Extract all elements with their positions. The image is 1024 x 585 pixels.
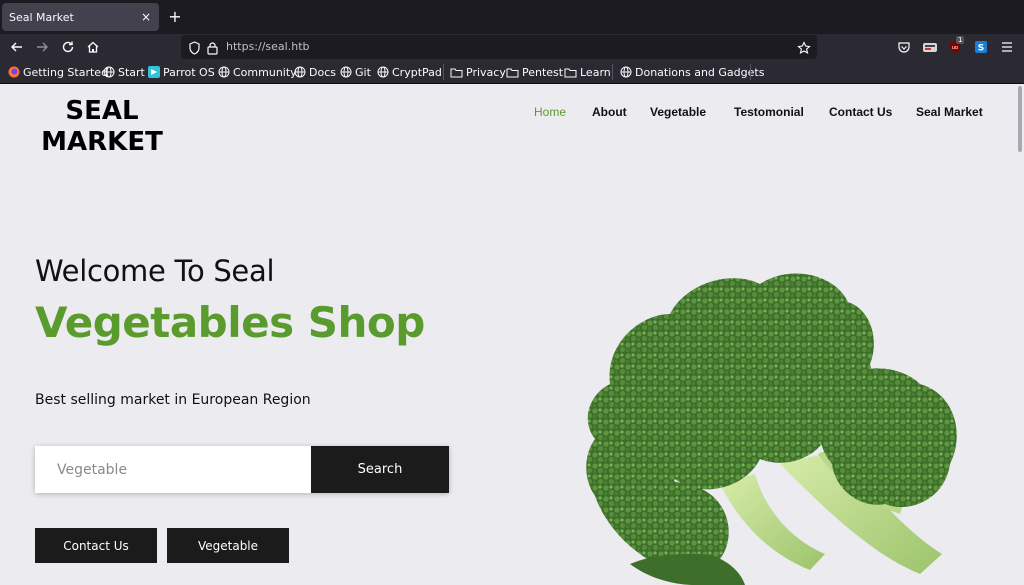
bookmark-getting-started[interactable]: Getting Started [8, 65, 108, 79]
url-bar[interactable]: https://seal.htb [181, 35, 817, 59]
bookmark-label: Parrot OS [163, 65, 215, 79]
bookmark-folder-privacy[interactable]: Privacy [450, 65, 506, 79]
bookmark-label: Getting Started [23, 65, 109, 79]
nav-about[interactable]: About [592, 105, 627, 119]
web-page: SEAL MARKET Home About Vegetable Testomo… [0, 84, 1024, 585]
bookmark-donations[interactable]: Donations and Gadgets [620, 65, 764, 79]
nav-contact-us[interactable]: Contact Us [829, 105, 892, 119]
globe-icon [620, 66, 632, 78]
bookmark-label: Privacy [466, 65, 506, 79]
navigation-toolbar: https://seal.htb uo 1 S [0, 34, 1024, 60]
globe-icon [218, 66, 230, 78]
bookmark-label: Git [355, 65, 371, 79]
folder-icon [564, 68, 577, 77]
new-tab-button[interactable]: + [166, 7, 184, 27]
bookmark-folder-pentest[interactable]: Pentest [506, 65, 563, 79]
bookmark-community[interactable]: Community [218, 65, 297, 79]
parrot-icon [148, 66, 160, 78]
bookmark-label: CryptPad [392, 65, 442, 79]
bookmark-separator [612, 64, 613, 80]
firefox-icon [8, 66, 20, 78]
reload-icon[interactable] [59, 38, 77, 56]
bookmark-star-icon[interactable] [797, 40, 811, 59]
ublock-icon[interactable]: uo 1 [946, 36, 965, 56]
logo-line-1: SEAL [65, 96, 139, 126]
browser-tab[interactable]: Seal Market × [2, 3, 159, 31]
shield-icon[interactable] [188, 40, 201, 59]
bookmark-git[interactable]: Git [340, 65, 371, 79]
extension-s-icon[interactable]: S [972, 38, 990, 56]
folder-icon [506, 68, 519, 77]
broccoli-image [586, 273, 957, 585]
bookmark-label: Donations and Gadgets [635, 65, 765, 79]
globe-icon [294, 66, 306, 78]
bookmark-separator [750, 64, 751, 80]
hamburger-menu-icon[interactable] [998, 38, 1016, 56]
foxyproxy-icon[interactable] [921, 38, 939, 56]
globe-icon [377, 66, 389, 78]
nav-home[interactable]: Home [534, 105, 566, 119]
svg-text:uo: uo [952, 45, 958, 51]
globe-icon [340, 66, 352, 78]
search-button[interactable]: Search [311, 446, 449, 493]
svg-text:S: S [978, 44, 984, 54]
tab-close-icon[interactable]: × [137, 10, 155, 24]
forward-icon[interactable] [33, 38, 51, 56]
bookmark-label: Learn [580, 65, 611, 79]
bookmark-cryptpad[interactable]: CryptPad [377, 65, 442, 79]
nav-seal-market[interactable]: Seal Market [916, 105, 983, 119]
tab-strip: Seal Market × + [0, 0, 1024, 34]
bookmark-parrot-os[interactable]: Parrot OS [148, 65, 215, 79]
bookmark-label: Start [118, 65, 145, 79]
contact-us-button[interactable]: Contact Us [35, 528, 157, 563]
bookmark-separator [443, 64, 444, 80]
search-form: Search [35, 446, 449, 493]
url-text: https://seal.htb [226, 40, 310, 53]
page-scrollbar[interactable] [1016, 84, 1024, 585]
bookmark-label: Pentest [522, 65, 564, 79]
logo-line-2: MARKET [41, 127, 163, 157]
scrollbar-thumb[interactable] [1018, 86, 1022, 152]
bookmark-docs[interactable]: Docs [294, 65, 336, 79]
tab-title: Seal Market [9, 10, 74, 24]
vegetable-button[interactable]: Vegetable [167, 528, 289, 563]
extension-badge: 1 [956, 36, 965, 44]
site-logo[interactable]: SEAL MARKET [40, 96, 164, 158]
hero-tagline: Best selling market in European Region [35, 392, 311, 408]
pocket-icon[interactable] [895, 38, 913, 56]
bookmark-label: Docs [309, 65, 336, 79]
bookmark-start[interactable]: Start [103, 65, 145, 79]
hero-headline: Vegetables Shop [35, 298, 425, 347]
nav-testimonial[interactable]: Testomonial [734, 105, 804, 119]
folder-icon [450, 68, 463, 77]
lock-icon[interactable] [206, 40, 219, 59]
search-input[interactable] [35, 446, 311, 493]
globe-icon [103, 66, 115, 78]
bookmarks-toolbar: Getting Started Start Parrot OS Communit… [0, 60, 1024, 84]
bookmark-label: Community [233, 65, 297, 79]
home-icon[interactable] [84, 38, 102, 56]
back-icon[interactable] [8, 38, 26, 56]
nav-vegetable[interactable]: Vegetable [650, 105, 706, 119]
bookmark-folder-learn[interactable]: Learn [564, 65, 611, 79]
hero-welcome: Welcome To Seal [35, 254, 275, 288]
